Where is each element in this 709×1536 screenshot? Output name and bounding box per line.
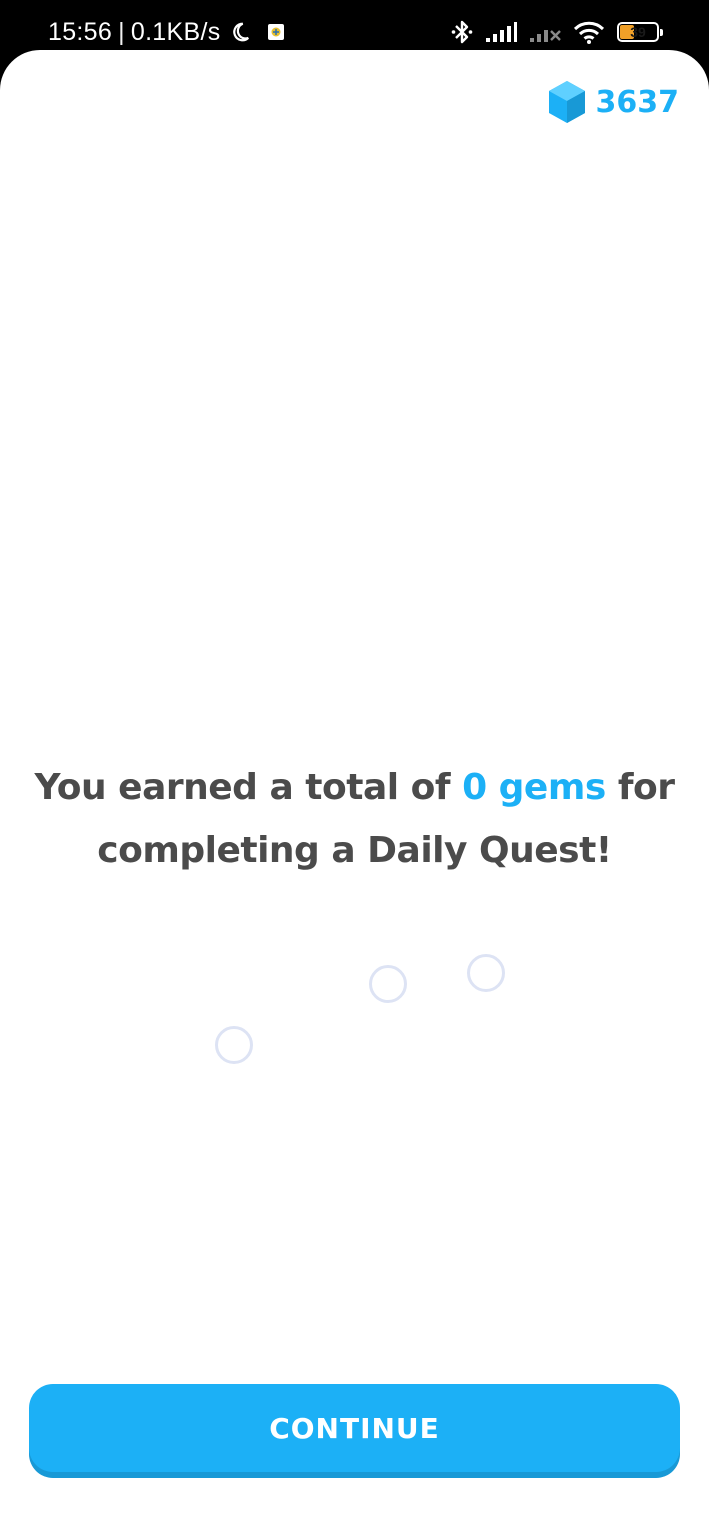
continue-label: CONTINUE <box>269 1411 440 1445</box>
gem-count: 3637 <box>595 84 680 120</box>
message-prefix: You earned a total of <box>34 767 463 808</box>
signal-no-service-icon <box>530 30 561 42</box>
bluetooth-icon <box>451 20 473 44</box>
moon-icon <box>232 22 249 42</box>
battery-icon: 39 <box>617 22 663 42</box>
reward-sheet: 3637 You earned a total of 0 gems for co… <box>0 50 709 1536</box>
continue-button[interactable]: CONTINUE <box>29 1384 680 1472</box>
signal-icon <box>486 22 517 42</box>
status-right: 39 <box>451 16 663 48</box>
decorative-bubble <box>215 1026 253 1064</box>
decorative-bubble <box>369 965 407 1003</box>
status-time: 15:56 <box>48 17 113 46</box>
gem-icon <box>548 81 585 123</box>
reward-message: You earned a total of 0 gems for complet… <box>20 756 689 882</box>
decorative-bubble <box>467 954 505 992</box>
gem-counter[interactable]: 3637 <box>548 80 680 124</box>
battery-level: 39 <box>630 24 646 40</box>
status-left: 15:56 | 0.1KB/s <box>48 14 285 50</box>
status-separator: | <box>118 17 125 46</box>
wifi-icon <box>573 21 605 44</box>
network-speed: 0.1KB/s <box>130 17 221 46</box>
app-notification-icon <box>267 24 284 40</box>
gem-amount-highlight: 0 gems <box>462 767 606 808</box>
